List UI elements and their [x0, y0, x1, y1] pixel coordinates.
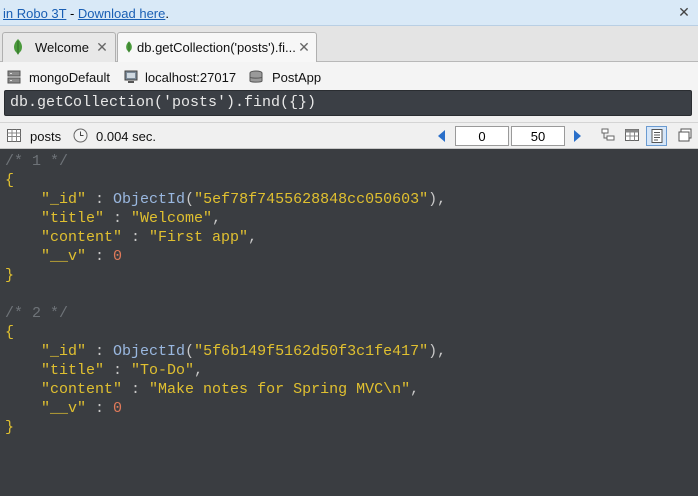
- tab-welcome-close-icon[interactable]: ✕: [95, 39, 109, 55]
- mongodb-leaf-icon: [14, 39, 22, 55]
- field-version: "__v" : 0: [41, 400, 123, 417]
- query-editor[interactable]: db.getCollection('posts').find({}): [4, 90, 692, 116]
- field-title: "title" : "Welcome",: [41, 210, 222, 227]
- close-brace: }: [5, 267, 15, 284]
- connection-info-bar: mongoDefault localhost:27017 PostApp: [0, 62, 698, 90]
- field-id: "_id" : ObjectId("5ef78f7455628848cc0506…: [41, 191, 447, 208]
- table-view-button[interactable]: [622, 126, 643, 146]
- skip-input[interactable]: [455, 126, 509, 146]
- open-brace: {: [5, 172, 15, 189]
- results-text-view[interactable]: /* 1 */ { "_id" : ObjectId("5ef78f745562…: [0, 149, 698, 496]
- database-name: PostApp: [272, 70, 322, 85]
- computer-icon: [124, 70, 138, 83]
- clock-icon: [73, 128, 88, 143]
- connection-name: mongoDefault: [29, 70, 110, 85]
- field-content: "content" : "Make notes for Spring MVC\n…: [41, 381, 420, 398]
- document-comment: /* 2 */: [5, 305, 69, 322]
- tab-query-close-icon[interactable]: ✕: [297, 39, 311, 55]
- tab-welcome[interactable]: Welcome ✕: [2, 32, 116, 62]
- execution-time: 0.004 sec.: [96, 129, 156, 144]
- field-id: "_id" : ObjectId("5f6b149f5162d50f3c1fe4…: [41, 343, 447, 360]
- download-link[interactable]: Download here: [78, 6, 165, 21]
- tab-query[interactable]: db.getCollection('posts').fi... ✕: [117, 32, 317, 63]
- text-view-button[interactable]: [646, 126, 667, 146]
- banner-text: in Robo 3T - Download here.: [3, 6, 169, 21]
- tree-view-icon: [601, 128, 615, 141]
- maximize-button[interactable]: [675, 126, 696, 146]
- open-brace: {: [5, 324, 15, 341]
- host-address: localhost:27017: [145, 70, 237, 85]
- update-banner: in Robo 3T - Download here. ✕: [0, 0, 698, 26]
- collection-name: posts: [30, 129, 62, 144]
- window-icon: [678, 128, 692, 142]
- field-content: "content" : "First app",: [41, 229, 258, 246]
- banner-suffix: .: [165, 6, 169, 21]
- mongodb-leaf-icon: [126, 41, 132, 53]
- previous-page-icon[interactable]: [438, 130, 446, 142]
- query-text[interactable]: db.getCollection('posts').find({}): [10, 94, 316, 111]
- table-view-icon: [625, 129, 639, 141]
- tab-welcome-label: Welcome: [35, 40, 89, 55]
- field-title: "title" : "To-Do",: [41, 362, 204, 379]
- banner-app-link[interactable]: in Robo 3T: [3, 6, 66, 21]
- server-icon: [7, 70, 21, 84]
- banner-separator: -: [66, 6, 78, 21]
- table-icon: [7, 129, 21, 142]
- tree-view-button[interactable]: [598, 126, 619, 146]
- banner-close-icon[interactable]: ✕: [676, 4, 692, 20]
- document-comment: /* 1 */: [5, 153, 69, 170]
- field-version: "__v" : 0: [41, 248, 123, 265]
- database-icon: [249, 70, 263, 83]
- close-brace: }: [5, 419, 15, 436]
- results-toolbar: posts 0.004 sec.: [0, 122, 698, 149]
- tab-bar: Welcome ✕ db.getCollection('posts').fi..…: [0, 26, 698, 63]
- text-view-icon: [651, 129, 663, 143]
- tab-query-label: db.getCollection('posts').fi...: [137, 40, 295, 55]
- limit-input[interactable]: [511, 126, 565, 146]
- next-page-icon[interactable]: [573, 130, 581, 142]
